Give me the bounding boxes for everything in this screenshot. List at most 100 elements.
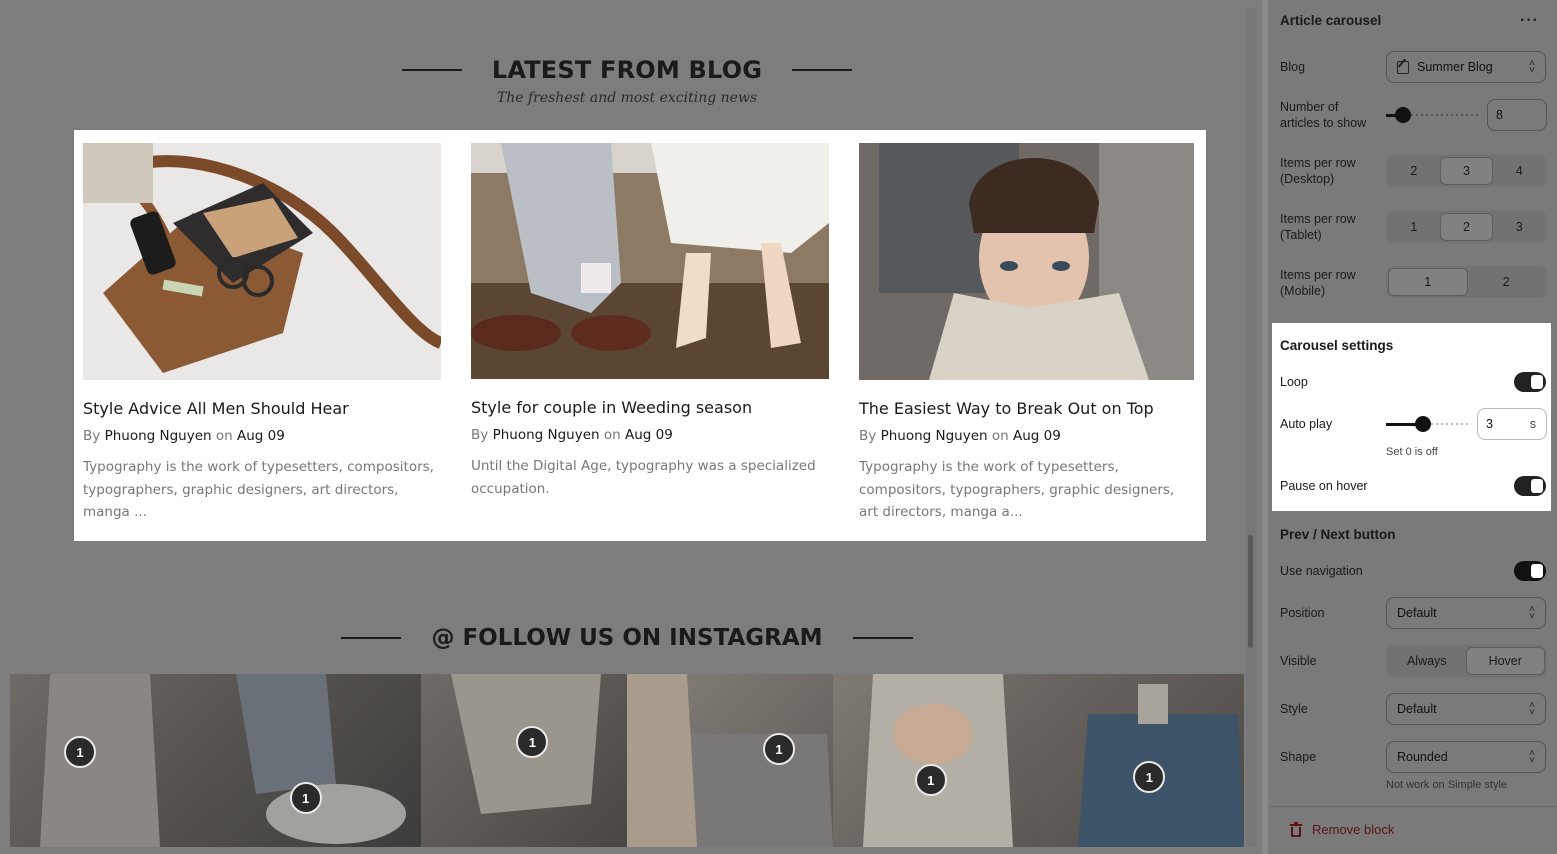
store-preview: LATEST FROM BLOG The freshest and most e… xyxy=(10,8,1244,847)
title-divider-right xyxy=(852,637,913,639)
trash-icon xyxy=(1290,821,1302,837)
articles-count-label: Number of articles to show xyxy=(1280,100,1367,130)
use-navigation-label: Use navigation xyxy=(1280,564,1363,578)
article-meta: By Phuong Nguyen on Aug 09 xyxy=(859,428,1194,444)
chevron-updown-icon: ˄ ˅ xyxy=(1529,604,1535,622)
blog-section-title: LATEST FROM BLOG xyxy=(491,56,763,84)
articles-count-input[interactable]: 8 xyxy=(1487,99,1547,131)
article-meta: By Phuong Nguyen on Aug 09 xyxy=(471,427,829,443)
articles-slider-knob[interactable] xyxy=(1395,107,1411,123)
instagram-tile[interactable]: 1 xyxy=(421,674,628,847)
preview-scrollbar-track[interactable] xyxy=(1246,8,1256,847)
items-tablet-option[interactable]: 2 xyxy=(1439,213,1494,241)
pause-hover-toggle[interactable] xyxy=(1514,476,1546,496)
article-title[interactable]: Style Advice All Men Should Hear xyxy=(83,399,441,418)
article-meta: By Phuong Nguyen on Aug 09 xyxy=(83,428,441,444)
shape-select-value: Rounded xyxy=(1397,750,1448,764)
blog-select-value: Summer Blog xyxy=(1417,60,1493,74)
items-mobile-segmented: 1 2 xyxy=(1386,266,1547,298)
instagram-tile[interactable]: 1 xyxy=(627,674,833,847)
items-mobile-label: Items per row (Mobile) xyxy=(1280,268,1356,298)
remove-block-button[interactable]: Remove block xyxy=(1290,821,1394,837)
visible-segmented: Always Hover xyxy=(1386,645,1547,677)
instagram-tile[interactable]: 1 xyxy=(1038,674,1244,847)
article-title[interactable]: Style for couple in Weeding season xyxy=(471,398,829,417)
position-select-value: Default xyxy=(1397,606,1437,620)
visible-option[interactable]: Always xyxy=(1388,647,1466,675)
visible-option[interactable]: Hover xyxy=(1465,647,1545,675)
autoplay-input[interactable]: 3 s xyxy=(1477,408,1547,440)
loop-label: Loop xyxy=(1280,375,1308,389)
blog-select[interactable]: Summer Blog ˄ ˅ xyxy=(1386,51,1546,83)
items-mobile-option[interactable]: 1 xyxy=(1388,268,1468,296)
article-date: Aug 09 xyxy=(1013,428,1061,444)
more-horizontal-icon[interactable]: ··· xyxy=(1520,12,1539,30)
instagram-grid: 1 1 1 1 1 1 xyxy=(10,674,1244,847)
items-desktop-option[interactable]: 4 xyxy=(1493,157,1545,185)
instagram-badge: 1 xyxy=(64,736,96,768)
article-carousel[interactable]: Style Advice All Men Should Hear By Phuo… xyxy=(74,130,1206,541)
instagram-title: @ FOLLOW US ON INSTAGRAM xyxy=(431,625,823,651)
article-excerpt: Typography is the work of typesetters, c… xyxy=(83,459,434,520)
instagram-badge: 1 xyxy=(914,764,947,796)
preview-scrollbar-thumb[interactable] xyxy=(1248,535,1253,648)
instagram-header: @ FOLLOW US ON INSTAGRAM xyxy=(10,625,1244,651)
autoplay-label: Auto play xyxy=(1280,417,1333,431)
items-tablet-option[interactable]: 3 xyxy=(1493,213,1545,241)
instagram-badge: 1 xyxy=(763,733,796,765)
autoplay-help: Set 0 is off xyxy=(1386,446,1438,458)
visible-label: Visible xyxy=(1280,654,1317,668)
autoplay-unit: s xyxy=(1529,417,1536,431)
instagram-tile[interactable]: 1 xyxy=(10,674,216,847)
by-label: By xyxy=(471,427,489,443)
article-card[interactable]: Style Advice All Men Should Hear By Phuo… xyxy=(83,143,441,524)
article-card[interactable]: Style for couple in Weeding season By Ph… xyxy=(471,143,829,500)
blog-section-header: LATEST FROM BLOG The freshest and most e… xyxy=(10,56,1244,106)
title-divider-right xyxy=(792,69,853,71)
loop-toggle[interactable] xyxy=(1514,372,1546,392)
article-author[interactable]: Phuong Nguyen xyxy=(881,428,988,444)
instagram-tile[interactable]: 1 xyxy=(832,674,1039,847)
shape-select[interactable]: Rounded ˄ ˅ xyxy=(1386,741,1546,773)
items-desktop-option[interactable]: 3 xyxy=(1439,157,1494,185)
article-image-bag[interactable] xyxy=(83,143,441,380)
use-navigation-toggle[interactable] xyxy=(1514,561,1546,581)
autoplay-slider-knob[interactable] xyxy=(1415,416,1431,432)
position-label: Position xyxy=(1280,606,1325,620)
article-image-couple[interactable] xyxy=(471,143,829,379)
instagram-tile[interactable]: 1 xyxy=(215,674,422,847)
by-label: By xyxy=(859,428,877,444)
article-title[interactable]: The Easiest Way to Break Out on Top xyxy=(859,399,1194,418)
article-date: Aug 09 xyxy=(625,427,673,443)
pause-hover-label: Pause on hover xyxy=(1280,479,1368,493)
on-label: on xyxy=(215,428,233,444)
divider xyxy=(1268,806,1557,807)
position-select[interactable]: Default ˄ ˅ xyxy=(1386,597,1546,629)
on-label: on xyxy=(991,428,1009,444)
blog-label: Blog xyxy=(1280,60,1306,74)
article-author[interactable]: Phuong Nguyen xyxy=(105,428,212,444)
article-author[interactable]: Phuong Nguyen xyxy=(493,427,600,443)
blog-section-subtitle: The freshest and most exciting news xyxy=(496,90,758,106)
chevron-updown-icon: ˄ ˅ xyxy=(1529,700,1535,718)
article-excerpt: Until the Digital Age, typography was a … xyxy=(471,458,816,497)
carousel-settings-panel: Carousel settings Loop Auto play 3 s Set… xyxy=(1272,323,1551,511)
block-title: Article carousel xyxy=(1280,13,1382,28)
items-tablet-option[interactable]: 1 xyxy=(1388,213,1440,241)
article-excerpt: Typography is the work of typesetters, c… xyxy=(859,459,1175,520)
style-select-value: Default xyxy=(1397,702,1437,716)
article-card[interactable]: The Easiest Way to Break Out on Top By P… xyxy=(859,143,1194,524)
article-image-woman[interactable] xyxy=(859,143,1194,380)
title-divider-left xyxy=(341,637,402,639)
prev-next-heading: Prev / Next button xyxy=(1280,527,1396,542)
chevron-updown-icon: ˄ ˅ xyxy=(1529,58,1535,76)
items-desktop-option[interactable]: 2 xyxy=(1388,157,1440,185)
items-mobile-option[interactable]: 2 xyxy=(1468,268,1546,296)
carousel-settings-heading: Carousel settings xyxy=(1280,338,1394,353)
items-tablet-label: Items per row (Tablet) xyxy=(1280,212,1356,242)
on-label: on xyxy=(603,427,621,443)
style-select[interactable]: Default ˄ ˅ xyxy=(1386,693,1546,725)
style-label: Style xyxy=(1280,702,1308,716)
by-label: By xyxy=(83,428,101,444)
chevron-updown-icon: ˄ ˅ xyxy=(1529,748,1535,766)
